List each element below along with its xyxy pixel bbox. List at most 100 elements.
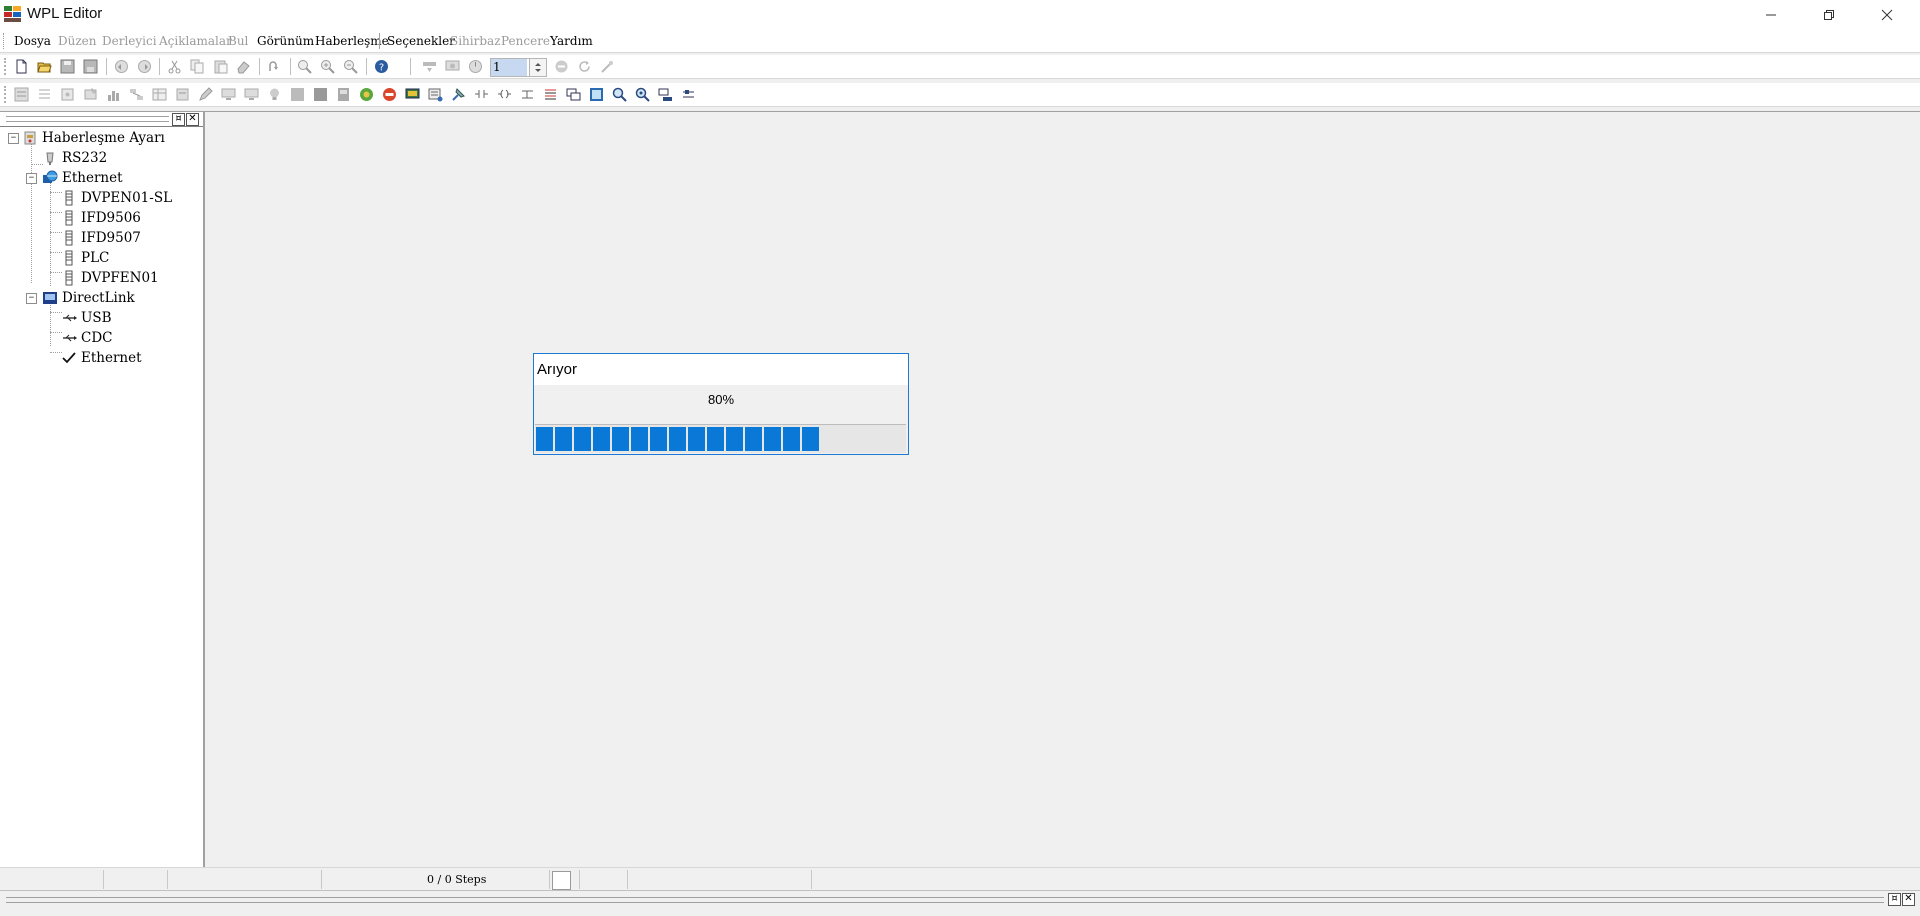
root-collapse-toggle[interactable]: − xyxy=(8,133,19,144)
cut-icon[interactable] xyxy=(167,59,182,74)
progress-segment xyxy=(650,427,667,451)
help-icon[interactable]: ? xyxy=(374,59,389,74)
tree-item-label: RS232 xyxy=(62,150,108,166)
redo-icon[interactable] xyxy=(137,59,152,74)
clock-icon[interactable] xyxy=(468,59,483,74)
register-list-icon[interactable] xyxy=(543,87,558,102)
sfc-mode-icon[interactable] xyxy=(60,87,75,102)
menu-duzen[interactable]: Düzen xyxy=(58,34,97,48)
save-as-icon[interactable] xyxy=(83,59,98,74)
comment-icon[interactable] xyxy=(83,87,98,102)
image-icon[interactable] xyxy=(589,87,604,102)
open-folder-icon[interactable] xyxy=(37,59,52,74)
upload-icon[interactable] xyxy=(422,59,437,74)
tree-item-ethernet[interactable]: Ethernet xyxy=(42,169,123,187)
toolbar-grip xyxy=(4,86,9,103)
tree-item-label: Ethernet xyxy=(62,170,123,186)
tree-item-dvpfen01[interactable]: DVPFEN01 xyxy=(61,269,159,287)
device-monitor-icon[interactable] xyxy=(428,87,443,102)
menu-yardim[interactable]: Yardım xyxy=(550,34,593,48)
zoom-in-icon[interactable] xyxy=(320,59,335,74)
contact-icon[interactable] xyxy=(474,87,489,102)
network-icon[interactable] xyxy=(658,87,673,102)
menu-gorunum[interactable]: Görünüm xyxy=(257,34,314,48)
status-cell xyxy=(549,870,550,889)
new-file-icon[interactable] xyxy=(14,59,29,74)
coil-icon[interactable] xyxy=(497,87,512,102)
screen-icon[interactable] xyxy=(221,87,236,102)
tree-item-label: DVPEN01-SL xyxy=(81,190,173,206)
minimize-button[interactable] xyxy=(1742,0,1800,30)
wizard-icon[interactable] xyxy=(600,59,615,74)
tree-item-plc[interactable]: PLC xyxy=(61,249,109,267)
zoom-out-icon[interactable] xyxy=(343,59,358,74)
tree-item-rs232[interactable]: RS232 xyxy=(42,149,107,167)
monitor-icon[interactable] xyxy=(445,59,460,74)
block-icon[interactable] xyxy=(313,87,328,102)
directlink-collapse-toggle[interactable]: − xyxy=(26,293,37,304)
pin-icon[interactable]: ¤ xyxy=(172,113,185,126)
step-spinner-value[interactable]: 1 xyxy=(491,59,527,76)
zoom-icon[interactable] xyxy=(297,59,312,74)
stop-icon[interactable] xyxy=(554,59,569,74)
copy-icon[interactable] xyxy=(190,59,205,74)
menu-derleyici[interactable]: Derleyici xyxy=(102,34,157,48)
link-icon[interactable] xyxy=(129,87,144,102)
menu-dosya[interactable]: Dosya xyxy=(14,34,51,48)
pin-icon[interactable]: ¤ xyxy=(1888,893,1901,906)
branch-icon[interactable] xyxy=(520,87,535,102)
tree-item-dvpen01-sl[interactable]: DVPEN01-SL xyxy=(61,189,172,207)
undo-icon[interactable] xyxy=(114,59,129,74)
menu-pencere[interactable]: Pencere xyxy=(501,34,550,48)
spinner-buttons[interactable] xyxy=(529,59,546,76)
pane-grip[interactable] xyxy=(6,116,169,122)
bulb-icon[interactable] xyxy=(267,87,282,102)
tree-item-cdc[interactable]: CDC xyxy=(61,329,112,347)
pencil-icon[interactable] xyxy=(198,87,213,102)
tree-item-label: Ethernet xyxy=(81,350,142,366)
satellite-icon[interactable] xyxy=(451,87,466,102)
menu-sihirbaz[interactable]: Sihirbaz xyxy=(450,34,501,48)
menu-aciklamalar[interactable]: Açiklamalar xyxy=(159,34,232,48)
close-icon[interactable]: ✕ xyxy=(1902,893,1915,906)
online-monitor-icon[interactable] xyxy=(405,87,420,102)
ethernet-collapse-toggle[interactable]: − xyxy=(26,173,37,184)
eraser-icon[interactable] xyxy=(236,59,251,74)
document-icon[interactable] xyxy=(336,87,351,102)
tree-item-directlink-ethernet[interactable]: Ethernet xyxy=(61,349,142,367)
menu-secenekler[interactable]: Seçenekler xyxy=(387,34,455,48)
progress-percent: 80% xyxy=(707,392,735,407)
close-button[interactable] xyxy=(1858,0,1916,30)
step-spinner[interactable]: 1 xyxy=(490,58,547,77)
save-icon[interactable] xyxy=(60,59,75,74)
list-icon[interactable] xyxy=(175,87,190,102)
restore-button[interactable] xyxy=(1800,0,1858,30)
paste-icon[interactable] xyxy=(213,59,228,74)
menu-bul[interactable]: Bul xyxy=(228,34,248,48)
tree-item-ifd9506[interactable]: IFD9506 xyxy=(61,209,141,227)
refresh-icon[interactable] xyxy=(577,59,592,74)
close-icon[interactable]: ✕ xyxy=(186,113,199,126)
table-icon[interactable] xyxy=(152,87,167,102)
tree-item-usb[interactable]: USB xyxy=(61,309,112,327)
progress-bar xyxy=(535,424,906,453)
communication-tree-pane: ¤ ✕ − Haberleşme Ayarı RS232 − Ethernet … xyxy=(0,111,205,868)
tree-item-ifd9507[interactable]: IFD9507 xyxy=(61,229,141,247)
run-icon[interactable] xyxy=(359,87,374,102)
bar-chart-icon[interactable] xyxy=(106,87,121,102)
tree-item-root[interactable]: Haberleşme Ayarı xyxy=(22,129,165,147)
instruction-mode-icon[interactable] xyxy=(37,87,52,102)
ladder-mode-icon[interactable] xyxy=(14,87,29,102)
jump-icon[interactable] xyxy=(267,59,282,74)
setting-icon[interactable] xyxy=(681,87,696,102)
window-list-icon[interactable] xyxy=(566,87,581,102)
find-icon[interactable] xyxy=(612,87,627,102)
screen-edit-icon[interactable] xyxy=(244,87,259,102)
spinner-arrows-icon[interactable] xyxy=(530,59,546,76)
tree-item-directlink[interactable]: DirectLink xyxy=(42,289,135,307)
find-next-icon[interactable] xyxy=(635,87,650,102)
grid-icon[interactable] xyxy=(290,87,305,102)
bottom-panel-grip[interactable] xyxy=(6,897,1884,903)
stop-run-icon[interactable] xyxy=(382,87,397,102)
menu-haberlesme[interactable]: Haberleşme xyxy=(315,34,389,48)
